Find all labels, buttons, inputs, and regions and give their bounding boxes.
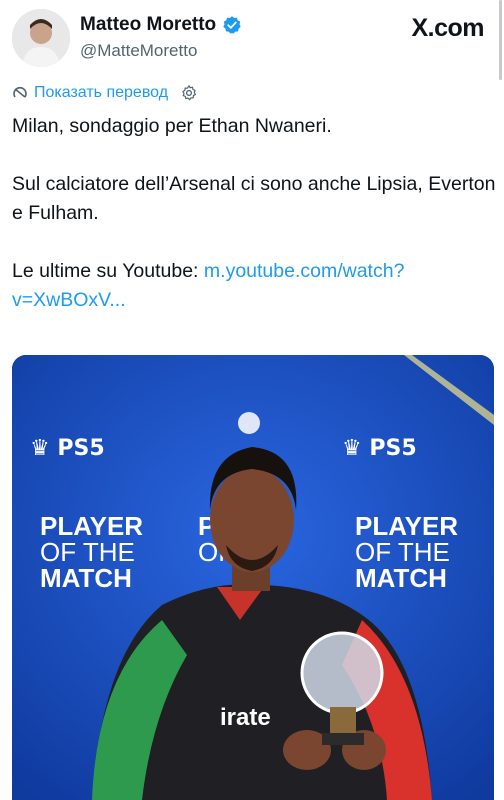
svg-text:MATCH: MATCH	[355, 563, 447, 593]
translate-row[interactable]: Показать перевод	[12, 84, 198, 102]
svg-text:♛ PS5: ♛ PS5	[342, 436, 417, 461]
name-row: Matteo Moretto	[80, 14, 242, 36]
show-translation-link[interactable]: Показать перевод	[34, 84, 168, 102]
tweet-line-1: Milan, sondaggio per Ethan Nwaneri.	[12, 115, 332, 137]
x-brand-logo: X.com	[411, 14, 484, 42]
translate-icon	[13, 86, 27, 98]
display-name[interactable]: Matteo Moretto	[80, 14, 216, 36]
tweet-media-image[interactable]: ♛ PS5 ♛ PS5 PLAYER OF THE MATCH PLAYER O…	[12, 355, 494, 800]
ps5-logo-right: ♛ PS5	[342, 436, 417, 461]
svg-text:irate: irate	[220, 704, 271, 731]
svg-text:MATCH: MATCH	[40, 563, 132, 593]
tweet-header: Matteo Moretto @MatteMoretto X.com	[0, 0, 504, 80]
gear-icon[interactable]	[180, 84, 198, 102]
ps5-logo-left: ♛ PS5	[30, 436, 105, 461]
svg-text:♛ PS5: ♛ PS5	[30, 436, 105, 461]
tweet-line-3: Le ultime su Youtube: m.youtube.com/watc…	[12, 257, 496, 315]
user-handle[interactable]: @MatteMoretto	[80, 41, 197, 61]
verified-badge-icon	[223, 16, 241, 34]
tweet-line-2: Sul calciatore dell’Arsenal ci sono anch…	[12, 173, 496, 224]
tweet-text: Milan, sondaggio per Ethan Nwaneri. Sul …	[12, 112, 496, 315]
tweet-line-3-prefix: Le ultime su Youtube:	[12, 260, 204, 282]
avatar[interactable]	[12, 9, 70, 67]
scrollbar[interactable]	[499, 0, 502, 80]
